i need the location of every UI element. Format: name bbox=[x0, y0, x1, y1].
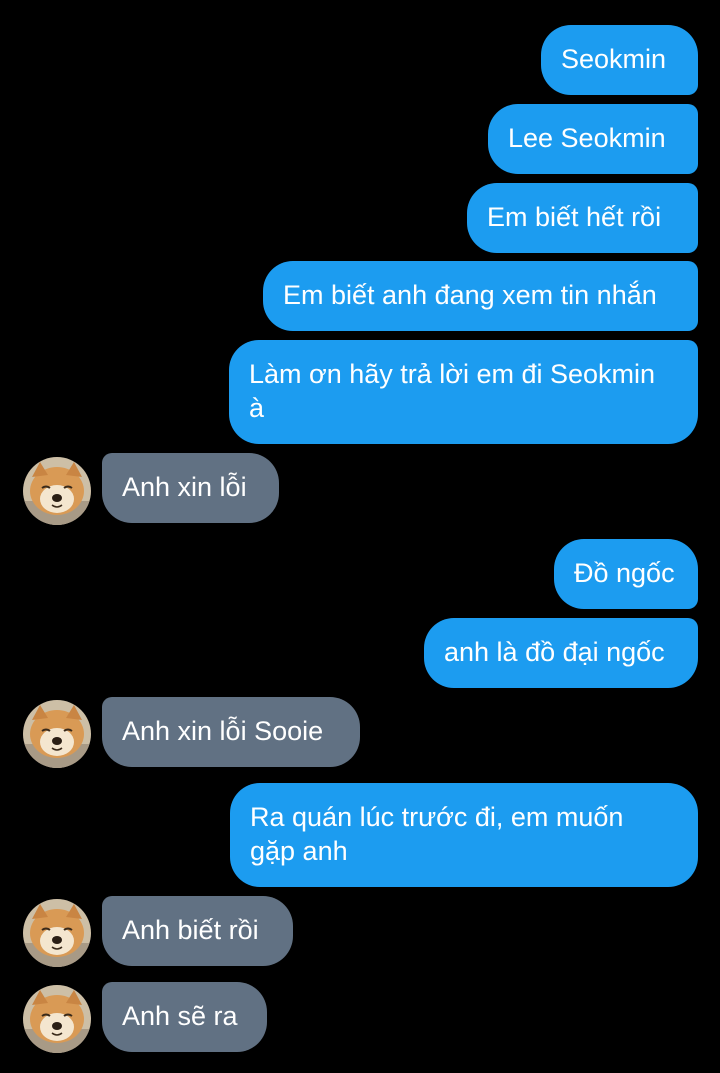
sent-message-bubble[interactable]: Đồ ngốc bbox=[554, 539, 698, 609]
contact-avatar[interactable] bbox=[23, 899, 91, 967]
sent-message-bubble[interactable]: Em biết hết rồi bbox=[467, 183, 698, 253]
sent-message-bubble[interactable]: Lee Seokmin bbox=[488, 104, 698, 174]
shiba-dog-avatar-icon bbox=[23, 985, 91, 1053]
contact-avatar[interactable] bbox=[23, 700, 91, 768]
contact-avatar[interactable] bbox=[23, 985, 91, 1053]
sent-message-bubble[interactable]: Em biết anh đang xem tin nhắn bbox=[263, 261, 698, 331]
sent-message-bubble[interactable]: Làm ơn hãy trả lời em đi Seokmin à bbox=[229, 340, 698, 444]
chat-thread: Seokmin Lee Seokmin Em biết hết rồi Em b… bbox=[0, 0, 720, 1073]
shiba-dog-avatar-icon bbox=[23, 700, 91, 768]
sent-message-bubble[interactable]: Seokmin bbox=[541, 25, 698, 95]
shiba-dog-avatar-icon bbox=[23, 899, 91, 967]
shiba-dog-avatar-icon bbox=[23, 457, 91, 525]
received-message-bubble[interactable]: Anh biết rồi bbox=[102, 896, 293, 966]
received-message-bubble[interactable]: Anh xin lỗi Sooie bbox=[102, 697, 360, 767]
received-message-bubble[interactable]: Anh xin lỗi bbox=[102, 453, 279, 523]
contact-avatar[interactable] bbox=[23, 457, 91, 525]
received-message-bubble[interactable]: Anh sẽ ra bbox=[102, 982, 267, 1052]
sent-message-bubble[interactable]: anh là đồ đại ngốc bbox=[424, 618, 698, 688]
sent-message-bubble[interactable]: Ra quán lúc trước đi, em muốn gặp anh bbox=[230, 783, 698, 887]
